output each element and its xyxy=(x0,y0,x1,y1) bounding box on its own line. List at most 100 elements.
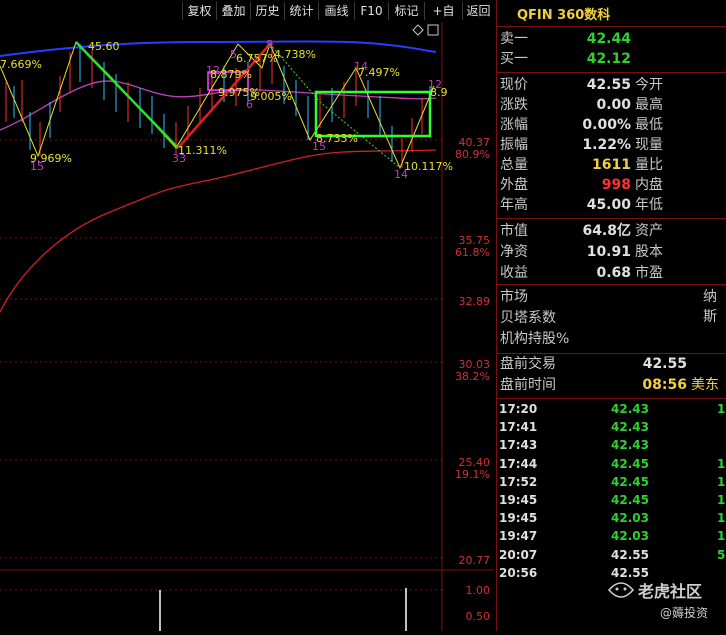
annotation: 11.311% xyxy=(178,144,227,157)
premarket-row[interactable]: 盘前交易 42.55 xyxy=(497,354,726,374)
price-axis-label: 20.77 xyxy=(459,554,491,567)
sell1-row[interactable]: 卖一 42.44 xyxy=(497,29,726,49)
annotation: 8.733% xyxy=(316,132,358,145)
draw-line-button[interactable]: 画线 xyxy=(318,2,354,20)
tick-row[interactable]: 19:45 42.45 1 xyxy=(497,491,726,509)
tick-row[interactable]: 19:45 42.03 1 xyxy=(497,509,726,527)
annotation: 45.60 xyxy=(88,40,120,53)
fund-label-2: 股本 xyxy=(635,244,663,260)
buy1-label: 买一 xyxy=(500,51,528,67)
stock-title: QFIN 360数科 xyxy=(517,8,611,23)
tick-volume: 1 xyxy=(717,511,726,526)
sell1-label: 卖一 xyxy=(500,31,528,47)
extra-row[interactable]: 市场 纳斯 xyxy=(497,287,726,325)
annotation: 4.738% xyxy=(274,48,316,61)
add-watchlist-button[interactable]: +自选 xyxy=(424,2,462,36)
annotation: 7.669% xyxy=(0,58,42,71)
stat-label: 涨跌 xyxy=(500,97,528,113)
history-button[interactable]: 历史 xyxy=(250,2,284,20)
tick-price: 42.03 xyxy=(611,529,649,544)
fund-label: 收益 xyxy=(500,265,528,281)
tick-price: 42.45 xyxy=(611,493,649,507)
ma-blue-line xyxy=(0,40,437,57)
tick-row[interactable]: 20:07 42.55 5 xyxy=(497,546,726,564)
premarket-row[interactable]: 盘前时间 08:56 美东 xyxy=(497,375,726,395)
divider xyxy=(497,398,726,399)
stat-label: 总量 xyxy=(500,157,528,173)
annotation: 8.879% xyxy=(210,68,252,81)
extra-row[interactable]: 机构持股% xyxy=(497,329,726,349)
stat-value: 0.00 xyxy=(596,97,631,113)
tick-time: 19:47 xyxy=(499,529,538,544)
kline-svg: 45.60 7.669% 9.969% 15 33 11.311% 12 8.8… xyxy=(0,22,494,631)
stat-label-2: 最高 xyxy=(635,97,663,113)
tick-volume: 1 xyxy=(717,402,726,416)
tick-row[interactable]: 17:44 42.45 1 xyxy=(497,455,726,473)
fundamental-row[interactable]: 收益 0.68 市盈 xyxy=(497,263,726,283)
stat-label-2: 内盘 xyxy=(635,177,663,193)
annotation: 10.117% xyxy=(404,160,453,173)
stat-label: 振幅 xyxy=(500,137,528,153)
tick-time: 17:44 xyxy=(499,456,538,471)
stat-row[interactable]: 年高 45.00 年低 xyxy=(497,195,726,215)
stat-row[interactable]: 总量 1611 量比 xyxy=(497,155,726,175)
tick-row[interactable]: 19:47 42.03 1 xyxy=(497,527,726,545)
stat-label-2: 现量 xyxy=(635,137,663,153)
tick-volume: 1 xyxy=(717,529,726,544)
stat-row[interactable]: 外盘 998 内盘 xyxy=(497,175,726,195)
tick-price: 42.43 xyxy=(611,438,649,453)
tick-price: 42.43 xyxy=(611,402,649,416)
ma-red-line xyxy=(0,149,437,313)
quote-panel: QFIN 360数科 卖一 42.44 买一 42.12 现价 42.55 今开 涨跌… xyxy=(496,0,726,631)
square-icon xyxy=(427,24,439,36)
premarket-value: 42.55 xyxy=(642,356,687,372)
mark-button[interactable]: 标记 xyxy=(388,2,424,20)
price-axis-pct: 38.2% xyxy=(455,370,490,383)
stat-row[interactable]: 振幅 1.22% 现量 xyxy=(497,135,726,155)
kline-chart[interactable]: 45.60 7.669% 9.969% 15 33 11.311% 12 8.8… xyxy=(0,22,494,631)
stat-row[interactable]: 涨跌 0.00 最高 xyxy=(497,95,726,115)
fund-label-2: 市盈 xyxy=(635,265,663,281)
stat-label-2: 最低 xyxy=(635,117,663,133)
tick-time: 17:52 xyxy=(499,474,538,489)
tick-row[interactable]: 17:43 42.43 xyxy=(497,436,726,454)
tick-price: 42.03 xyxy=(611,511,649,526)
stat-value: 45.00 xyxy=(586,197,631,213)
buy1-row[interactable]: 买一 42.12 xyxy=(497,49,726,69)
volume-axis-label: 0.50 xyxy=(466,610,491,623)
tick-row[interactable]: 17:41 42.43 xyxy=(497,418,726,436)
watermark-sub: @薅投资 xyxy=(660,606,709,620)
tick-time: 17:43 xyxy=(499,438,538,453)
fundamental-row[interactable]: 净资 10.91 股本 xyxy=(497,242,726,262)
fund-value: 10.91 xyxy=(586,244,631,260)
fund-label: 市值 xyxy=(500,223,528,239)
stat-row[interactable]: 涨幅 0.00% 最低 xyxy=(497,115,726,135)
stat-value: 42.55 xyxy=(586,77,631,93)
stat-row[interactable]: 现价 42.55 今开 xyxy=(497,75,726,95)
annotation: 7.497% xyxy=(358,66,400,79)
tick-row[interactable]: 17:20 42.43 1 xyxy=(497,400,726,418)
price-axis-pct: 80.9% xyxy=(455,148,490,161)
stat-label: 年高 xyxy=(500,197,528,213)
fund-value: 0.68 xyxy=(596,265,631,281)
stat-value: 1.22% xyxy=(582,137,631,153)
back-button[interactable]: 返回 xyxy=(462,2,494,20)
stat-label: 现价 xyxy=(500,77,528,93)
tick-row[interactable]: 17:52 42.45 1 xyxy=(497,473,726,491)
tick-price: 42.55 xyxy=(611,547,649,562)
tick-volume: 1 xyxy=(717,474,726,489)
tick-volume: 1 xyxy=(717,493,726,507)
f10-button[interactable]: F10 xyxy=(354,2,388,20)
annotation: 6.757% xyxy=(236,52,278,65)
stat-label: 外盘 xyxy=(500,177,528,193)
overlay-button[interactable]: 叠加 xyxy=(216,2,250,20)
statistics-button[interactable]: 统计 xyxy=(284,2,318,20)
fuquan-button[interactable]: 复权 xyxy=(182,2,216,20)
tick-time: 20:56 xyxy=(499,565,538,580)
extra-row[interactable]: 贝塔系数 xyxy=(497,308,726,328)
divider xyxy=(497,72,726,73)
stat-label-2: 量比 xyxy=(635,157,663,173)
fundamental-row[interactable]: 市值 64.8亿 资产 xyxy=(497,221,726,241)
tick-time: 17:41 xyxy=(499,420,538,435)
tick-time: 17:20 xyxy=(499,402,538,416)
